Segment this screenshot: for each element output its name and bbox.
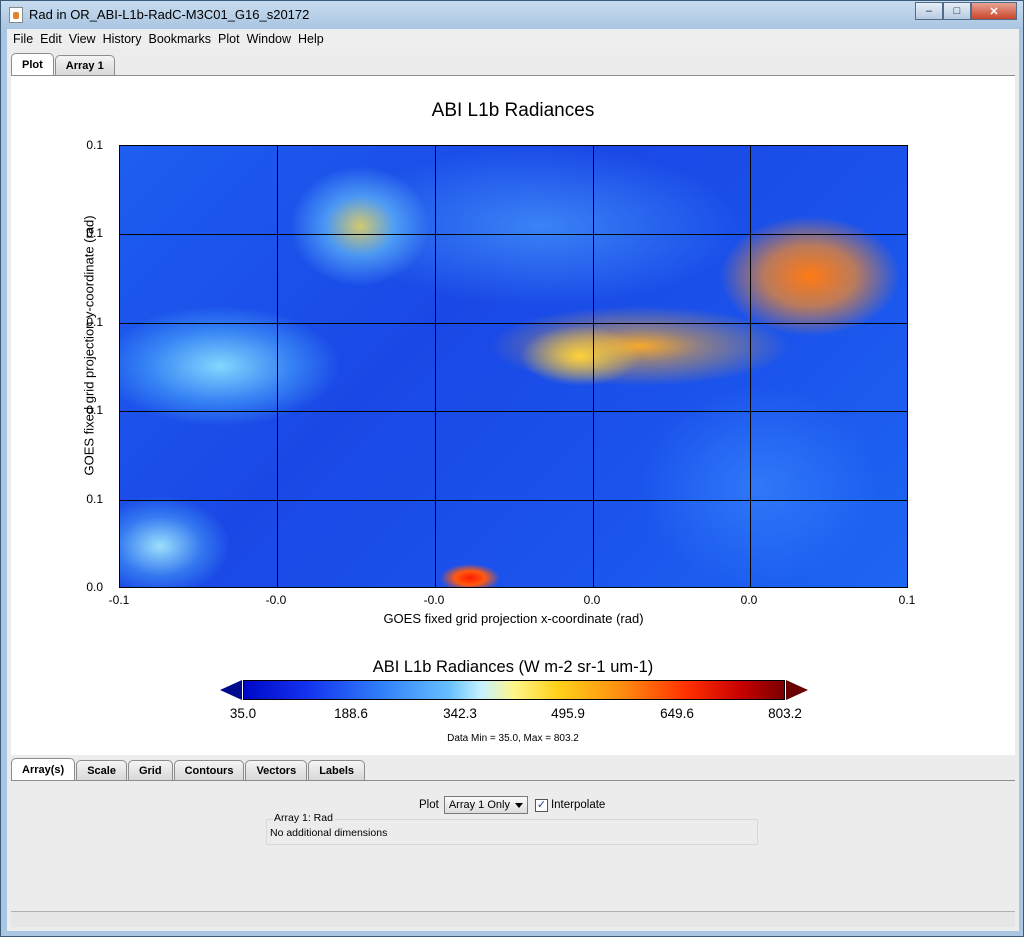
menu-help[interactable]: Help [298, 32, 324, 46]
colorbar-tick-label: 342.3 [443, 706, 477, 721]
arrays-panel: Plot Array 1 Only ✓ Interpolate Array 1:… [11, 780, 1015, 910]
plot-select-label: Plot [419, 799, 439, 811]
menu-plot[interactable]: Plot [218, 32, 240, 46]
colorbar[interactable] [243, 680, 785, 700]
tab-labels[interactable]: Labels [308, 760, 366, 780]
window-title: Rad in OR_ABI-L1b-RadC-M3C01_G16_s20172 [29, 7, 310, 22]
grid-line [120, 411, 907, 412]
close-button[interactable]: ✕ [971, 2, 1017, 20]
plot-array-select-value: Array 1 Only [448, 799, 510, 811]
menu-bookmarks[interactable]: Bookmarks [148, 32, 211, 46]
tab-scale[interactable]: Scale [76, 760, 127, 780]
colorbar-max-arrow [786, 680, 808, 700]
minimize-button[interactable]: – [915, 2, 943, 20]
x-axis-label: GOES fixed grid projection x-coordinate … [383, 611, 644, 626]
x-tick-label: 0.1 [898, 593, 916, 607]
y-tick-label: 0.1 [86, 492, 103, 506]
array-info-legend: Array 1: Rad [273, 812, 334, 824]
plot-panel: ABI L1b Radiances 0.1 0.1 0.1 0.1 0.1 0.… [11, 75, 1015, 755]
tab-contours[interactable]: Contours [173, 760, 245, 780]
x-tick-label: 0.0 [583, 593, 601, 607]
array-info-group: Array 1: Rad No additional dimensions [266, 812, 758, 845]
menu-history[interactable]: History [103, 32, 142, 46]
dropdown-arrow-icon [514, 802, 523, 808]
tab-grid[interactable]: Grid [127, 760, 173, 780]
maximize-button[interactable]: □ [943, 2, 971, 20]
bottom-tab-bar: Array(s) Scale Grid Contours Vectors Lab… [11, 758, 366, 780]
client-area: Plot Array 1 ABI L1b Radiances 0.1 0.1 0… [7, 49, 1019, 931]
menu-bar: File Edit View History Bookmarks Plot Wi… [7, 29, 1019, 49]
interpolate-label: Interpolate [550, 799, 606, 811]
menu-edit[interactable]: Edit [40, 32, 62, 46]
plot-options-row: Plot Array 1 Only ✓ Interpolate [419, 796, 605, 814]
grid-line [435, 146, 436, 587]
grid-line [120, 500, 907, 501]
plot-title: ABI L1b Radiances [431, 100, 595, 121]
tab-arrays[interactable]: Array(s) [11, 758, 76, 780]
data-min-max: Data Min = 35.0, Max = 803.2 [447, 733, 579, 744]
menu-window[interactable]: Window [247, 32, 291, 46]
interpolate-checkbox[interactable]: ✓ [534, 798, 548, 812]
title-bar[interactable]: Rad in OR_ABI-L1b-RadC-M3C01_G16_s20172 … [1, 1, 1023, 29]
tab-vectors[interactable]: Vectors [245, 760, 308, 780]
java-app-icon [9, 7, 23, 23]
grid-line [750, 146, 751, 587]
colorbar-title: ABI L1b Radiances (W m-2 sr-1 um-1) [372, 658, 654, 676]
x-tick-label: -0.1 [108, 593, 130, 607]
menu-file[interactable]: File [13, 32, 33, 46]
x-tick-label: -0.0 [423, 593, 445, 607]
colorbar-tick-label: 495.9 [551, 706, 585, 721]
colorbar-tick-label: 35.0 [229, 706, 257, 721]
x-tick-label: 0.0 [740, 593, 758, 607]
array-info-text: No additional dimensions [270, 827, 388, 839]
colorbar-min-arrow [220, 680, 242, 700]
y-axis-label-text: GOES fixed grid projection y-coordinate … [81, 215, 97, 476]
radiance-image[interactable] [119, 145, 908, 588]
y-tick-label: 0.0 [86, 580, 103, 594]
y-tick-label: 0.1 [86, 138, 103, 152]
plot-array-select[interactable]: Array 1 Only [443, 796, 528, 814]
tab-plot[interactable]: Plot [11, 53, 54, 75]
tab-array-1[interactable]: Array 1 [54, 55, 115, 75]
colorbar-tick-label: 188.6 [334, 706, 368, 721]
grid-line [593, 146, 594, 587]
grid-line [120, 234, 907, 235]
menu-view[interactable]: View [69, 32, 96, 46]
grid-line [277, 146, 278, 587]
window-controls: – □ ✕ [915, 2, 1017, 20]
app-window: Rad in OR_ABI-L1b-RadC-M3C01_G16_s20172 … [0, 0, 1024, 937]
top-tab-bar: Plot Array 1 [11, 53, 116, 75]
colorbar-tick-label: 803.2 [768, 706, 802, 721]
colorbar-tick-label: 649.6 [660, 706, 694, 721]
grid-line [120, 323, 907, 324]
status-bar [11, 911, 1015, 927]
x-tick-label: -0.0 [265, 593, 287, 607]
